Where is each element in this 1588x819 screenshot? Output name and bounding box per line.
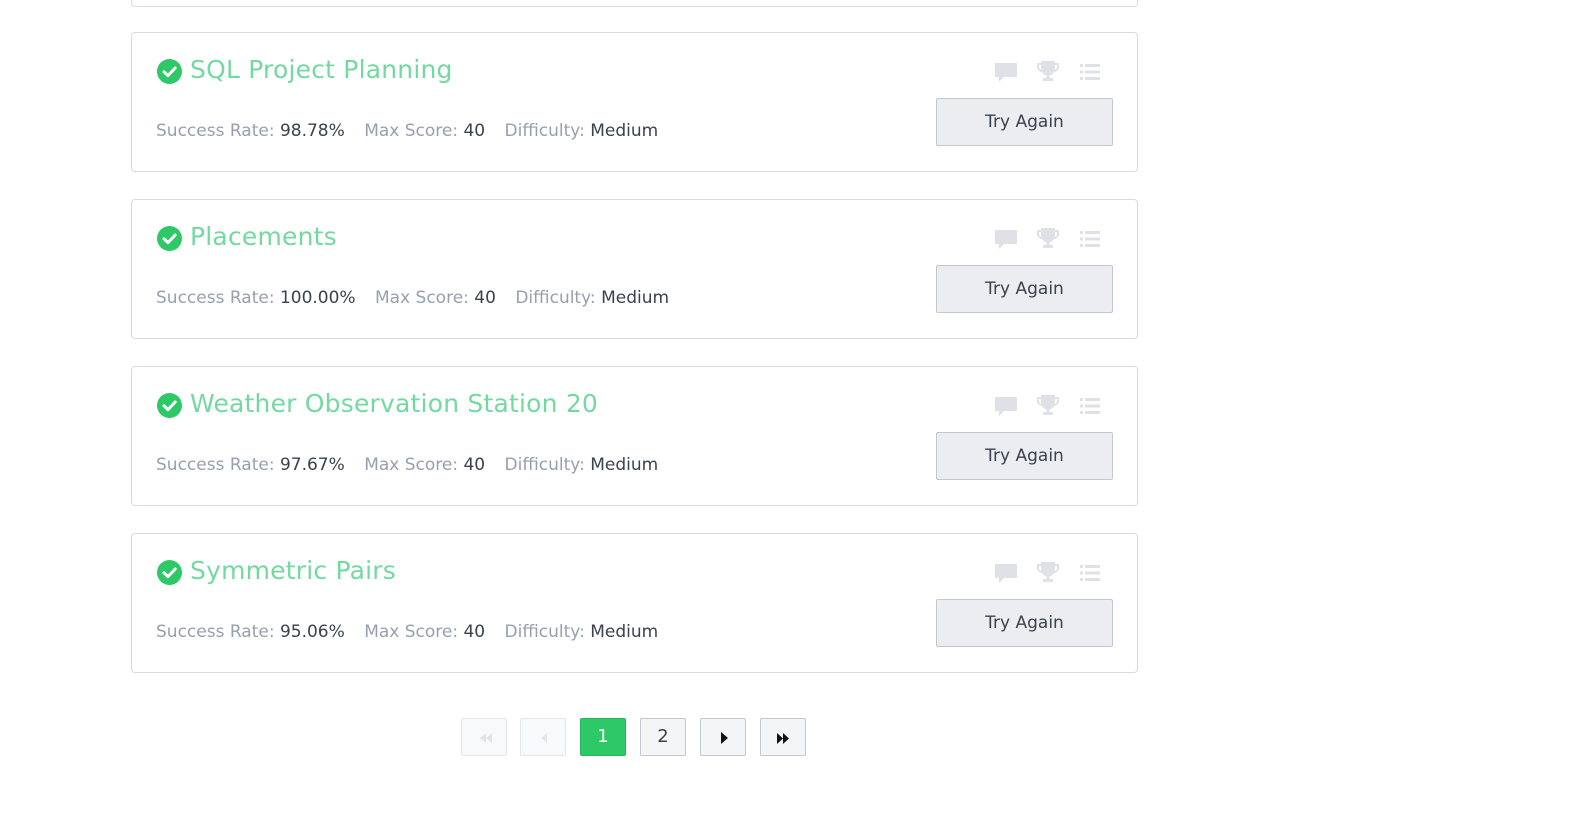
- success-rate-value: 98.78%: [279, 121, 345, 141]
- previous-page-button[interactable]: [520, 718, 566, 756]
- challenge-meta: Success Rate: 97.67% Max Score: 40 Diffi…: [156, 455, 672, 475]
- success-rate-label: Success Rate:: [156, 455, 275, 475]
- chevron-right-icon: [721, 732, 728, 744]
- max-score-label: Max Score:: [364, 622, 459, 642]
- challenge-meta: Success Rate: 100.00% Max Score: 40 Diff…: [156, 288, 683, 308]
- difficulty-label: Difficulty:: [504, 455, 585, 475]
- challenge-card: SQL Project Planning Success Rate: 98.78…: [131, 32, 1138, 172]
- max-score-value: 40: [463, 455, 486, 475]
- challenge-card-partial: [131, 0, 1138, 7]
- difficulty-value: Medium: [590, 622, 659, 642]
- check-circle-icon: [157, 560, 182, 585]
- success-rate-label: Success Rate:: [156, 121, 275, 141]
- max-score-label: Max Score:: [364, 455, 459, 475]
- page-button-2[interactable]: 2: [640, 718, 686, 756]
- try-again-button[interactable]: Try Again: [936, 432, 1113, 480]
- try-again-button[interactable]: Try Again: [936, 265, 1113, 313]
- max-score-label: Max Score:: [375, 288, 469, 308]
- trophy-icon[interactable]: [1036, 60, 1060, 84]
- difficulty-value: Medium: [601, 288, 670, 308]
- try-again-button[interactable]: Try Again: [936, 599, 1113, 647]
- list-icon[interactable]: [1078, 60, 1102, 84]
- comment-icon[interactable]: [994, 60, 1018, 84]
- challenge-card: Placements Success Rate: 100.00% Max Sco…: [131, 199, 1138, 339]
- check-circle-icon: [157, 393, 182, 418]
- trophy-icon[interactable]: [1036, 227, 1060, 251]
- challenge-title[interactable]: Weather Observation Station 20: [190, 389, 598, 418]
- challenge-meta: Success Rate: 95.06% Max Score: 40 Diffi…: [156, 622, 672, 642]
- challenge-meta: Success Rate: 98.78% Max Score: 40 Diffi…: [156, 121, 672, 141]
- challenge-title[interactable]: Placements: [190, 222, 337, 251]
- last-page-button[interactable]: [760, 718, 806, 756]
- list-icon[interactable]: [1078, 394, 1102, 418]
- challenge-title[interactable]: Symmetric Pairs: [190, 556, 396, 585]
- max-score-value: 40: [463, 622, 486, 642]
- challenge-card: Weather Observation Station 20 Success R…: [131, 366, 1138, 506]
- comment-icon[interactable]: [994, 394, 1018, 418]
- next-page-button[interactable]: [700, 718, 746, 756]
- try-again-button[interactable]: Try Again: [936, 98, 1113, 146]
- success-rate-value: 97.67%: [279, 455, 345, 475]
- success-rate-value: 100.00%: [279, 288, 356, 308]
- comment-icon[interactable]: [994, 227, 1018, 251]
- list-icon[interactable]: [1078, 561, 1102, 585]
- success-rate-label: Success Rate:: [156, 622, 275, 642]
- double-chevron-left-icon: [480, 733, 492, 743]
- list-icon[interactable]: [1078, 227, 1102, 251]
- check-circle-icon: [157, 226, 182, 251]
- success-rate-label: Success Rate:: [156, 288, 275, 308]
- trophy-icon[interactable]: [1036, 561, 1060, 585]
- page-button-1[interactable]: 1: [580, 718, 626, 756]
- challenge-title[interactable]: SQL Project Planning: [190, 55, 453, 84]
- success-rate-value: 95.06%: [279, 622, 345, 642]
- challenge-card: Symmetric Pairs Success Rate: 95.06% Max…: [131, 533, 1138, 673]
- max-score-value: 40: [474, 288, 496, 308]
- max-score-value: 40: [463, 121, 486, 141]
- chevron-left-icon: [541, 733, 547, 743]
- max-score-label: Max Score:: [364, 121, 459, 141]
- difficulty-label: Difficulty:: [504, 121, 585, 141]
- difficulty-label: Difficulty:: [515, 288, 596, 308]
- trophy-icon[interactable]: [1036, 394, 1060, 418]
- check-circle-icon: [157, 59, 182, 84]
- double-chevron-right-icon: [777, 733, 789, 744]
- first-page-button[interactable]: [461, 718, 507, 756]
- difficulty-value: Medium: [590, 121, 659, 141]
- comment-icon[interactable]: [994, 561, 1018, 585]
- difficulty-value: Medium: [590, 455, 659, 475]
- difficulty-label: Difficulty:: [504, 622, 585, 642]
